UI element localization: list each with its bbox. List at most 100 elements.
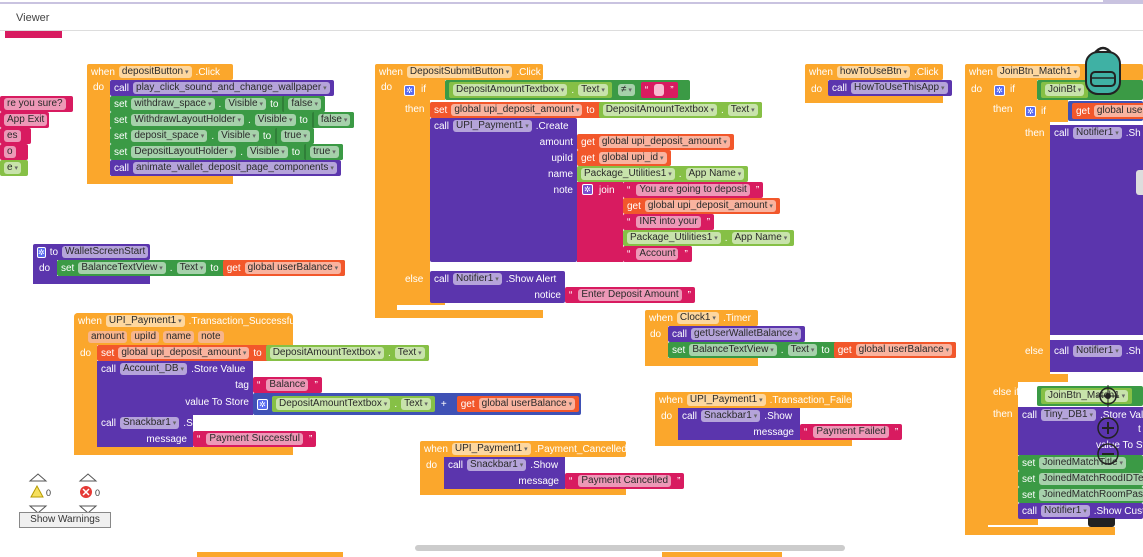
call-notifier-block[interactable]: callNotifier1.Show Cust [1018,503,1143,519]
get-variable-block[interactable]: get global upi_deposit_amount [577,134,734,150]
recenter-icon[interactable] [1097,385,1119,407]
component-dropdown[interactable]: Account_DB [120,363,188,375]
text-field[interactable]: Balance [266,379,309,391]
component-dropdown[interactable]: deposit_space [131,130,208,142]
boolean-dropdown[interactable]: true [310,146,339,158]
event-header[interactable]: whenhowToUseBtn.Click [805,64,943,80]
fragment-text-block[interactable]: es [0,128,31,144]
property-dropdown[interactable]: Visible [254,114,296,126]
operator-dropdown[interactable]: ≠ [617,84,635,96]
text-block[interactable]: Payment Cancelled [565,473,685,489]
fragment-text-block[interactable]: re you sure? [0,96,73,112]
gear-icon[interactable]: ✲ [37,246,46,258]
property-dropdown[interactable]: Text [176,262,207,274]
get-variable-block[interactable]: get global upi_deposit_amount [623,198,780,214]
zoom-out-icon[interactable] [1097,443,1119,465]
compare-block[interactable]: DepositAmountTextbox.Text ≠ [445,80,690,100]
property-dropdown[interactable]: Text [401,398,431,410]
event-header[interactable]: whenUPI_Payment1.Transaction_Failed [655,392,857,408]
warning-prev-arrow-icon[interactable] [28,473,48,482]
variable-dropdown[interactable]: global upi_deposit_amount [451,104,583,116]
property-dropdown[interactable]: Text [727,104,758,116]
property-dropdown[interactable]: App Name [731,232,791,244]
set-variable-block[interactable]: setglobal upi_deposit_amountto DepositAmo… [97,345,429,361]
set-block[interactable]: setWithdrawLayoutHolder.Visibletofalse [110,112,355,128]
variable-dropdown[interactable]: global upi_deposit_amount [118,347,250,359]
component-dropdown[interactable]: depositButton [118,66,192,78]
property-dropdown[interactable]: Text [394,347,425,359]
property-getter-block[interactable]: Package_Utilities1.App Name [623,230,795,246]
component-dropdown[interactable]: JoinBtn_Match1 [996,66,1081,78]
param-chip[interactable]: name [163,331,195,343]
text-block[interactable]: You are going to deposit [623,182,764,198]
component-dropdown[interactable]: howToUseBtn [836,66,911,78]
component-dropdown[interactable]: BalanceTextView [689,344,777,356]
boolean-dropdown[interactable]: false [317,114,351,126]
procedure-header[interactable]: ✲ to WalletScreenStart [33,244,150,260]
cut-off-text-block[interactable] [5,31,62,38]
trash-can-lid[interactable] [1088,518,1115,527]
component-dropdown[interactable]: Snackbar1 [120,417,180,429]
set-block[interactable]: setBalanceTextView.Texttogetglobal userB… [668,342,957,358]
text-field[interactable]: Account [636,248,679,260]
show-warnings-button[interactable]: Show Warnings [19,512,111,528]
text-block[interactable]: Enter Deposit Amount [565,287,695,303]
param-chip[interactable]: upiId [131,331,160,343]
value-block-edge[interactable] [1136,170,1143,195]
offscreen-event-block[interactable] [662,552,782,557]
procedure-dropdown[interactable]: animate_wallet_deposit_page_components [133,162,337,174]
component-dropdown[interactable]: Package_Utilities1 [581,168,675,180]
text-block[interactable]: Account [623,246,692,262]
component-dropdown[interactable]: UPI_Payment1 [451,443,531,455]
set-block[interactable]: setwithdraw_space.Visibletofalse [110,96,325,112]
component-dropdown[interactable]: UPI_Payment1 [105,315,185,327]
text-field[interactable]: Enter Deposit Amount [578,289,682,301]
logic-block[interactable]: get global use [1068,101,1143,121]
component-dropdown[interactable]: Notifier1 [1073,345,1122,357]
component-dropdown[interactable]: JoinedMatchRoodIDTex [1039,473,1143,485]
component-dropdown[interactable]: Snackbar1 [701,410,761,422]
component-dropdown[interactable]: DepositSubmitButton [406,66,513,78]
component-dropdown[interactable]: withdraw_space [131,98,215,110]
component-dropdown[interactable]: DepositAmountTextbox [269,347,385,359]
gear-icon[interactable]: ✲ [404,85,415,96]
set-block[interactable]: setdeposit_space.Visibletotrue [110,128,314,144]
text-field[interactable]: Payment Successful [206,433,303,445]
set-block[interactable]: setDepositLayoutHolder.Visibletotrue [110,144,343,160]
property-dropdown[interactable]: App Name [685,168,745,180]
component-dropdown[interactable]: JoinedMatchRoomPass [1039,489,1143,501]
property-dropdown[interactable]: Text [787,344,818,356]
call-procedure-block[interactable]: call HowToUseThisApp [828,80,952,96]
variable-dropdown[interactable]: global userBalance [478,398,576,410]
component-dropdown[interactable]: Notifier1 [453,273,502,285]
component-dropdown[interactable]: DepositAmountTextbox [276,398,391,410]
variable-dropdown[interactable]: global upi_deposit_amount [644,200,776,212]
event-header[interactable]: whenDepositSubmitButton.Click [375,64,543,80]
fragment-text-block[interactable]: App Exit [0,112,49,128]
call-procedure-block[interactable]: call play_click_sound_and_change_wallpape… [110,80,334,96]
param-chip[interactable]: note [198,331,224,343]
call-procedure-block[interactable]: call getUserWalletBalance [668,326,806,342]
event-header[interactable]: whenUPI_Payment1.Transaction_Successful [74,313,301,329]
property-getter-block[interactable]: Package_Utilities1.App Name [577,166,749,182]
text-block[interactable]: Balance [253,377,322,393]
empty-string-field[interactable] [654,84,665,96]
component-dropdown[interactable]: Clock1 [676,312,719,324]
add-block[interactable]: ✲ DepositAmountTextbox.Text + getglobal use… [253,393,582,415]
set-variable-block[interactable]: setglobal upi_deposit_amountto DepositAmo… [430,102,762,118]
variable-dropdown[interactable]: global use [1093,105,1143,117]
horizontal-scrollbar[interactable] [415,545,845,551]
variable-dropdown[interactable]: global userBalance [855,344,953,356]
fragment-bool-block[interactable]: e [0,160,28,176]
component-dropdown[interactable]: Package_Utilities1 [627,232,721,244]
procedure-name-field[interactable]: WalletScreenStart [62,246,149,258]
procedure-dropdown[interactable]: getUserWalletBalance [691,328,802,340]
procedure-dropdown[interactable]: play_click_sound_and_change_wallpaper [133,82,330,94]
component-dropdown[interactable]: DepositAmountTextbox [453,84,568,96]
text-field[interactable]: INR into your [636,216,701,228]
variable-dropdown[interactable]: global userBalance [244,262,342,274]
error-prev-arrow-icon[interactable] [78,473,98,482]
component-dropdown[interactable]: Tiny_DB1 [1041,409,1097,421]
procedure-dropdown[interactable]: HowToUseThisApp [851,82,948,94]
component-dropdown[interactable]: Snackbar1 [467,459,527,471]
